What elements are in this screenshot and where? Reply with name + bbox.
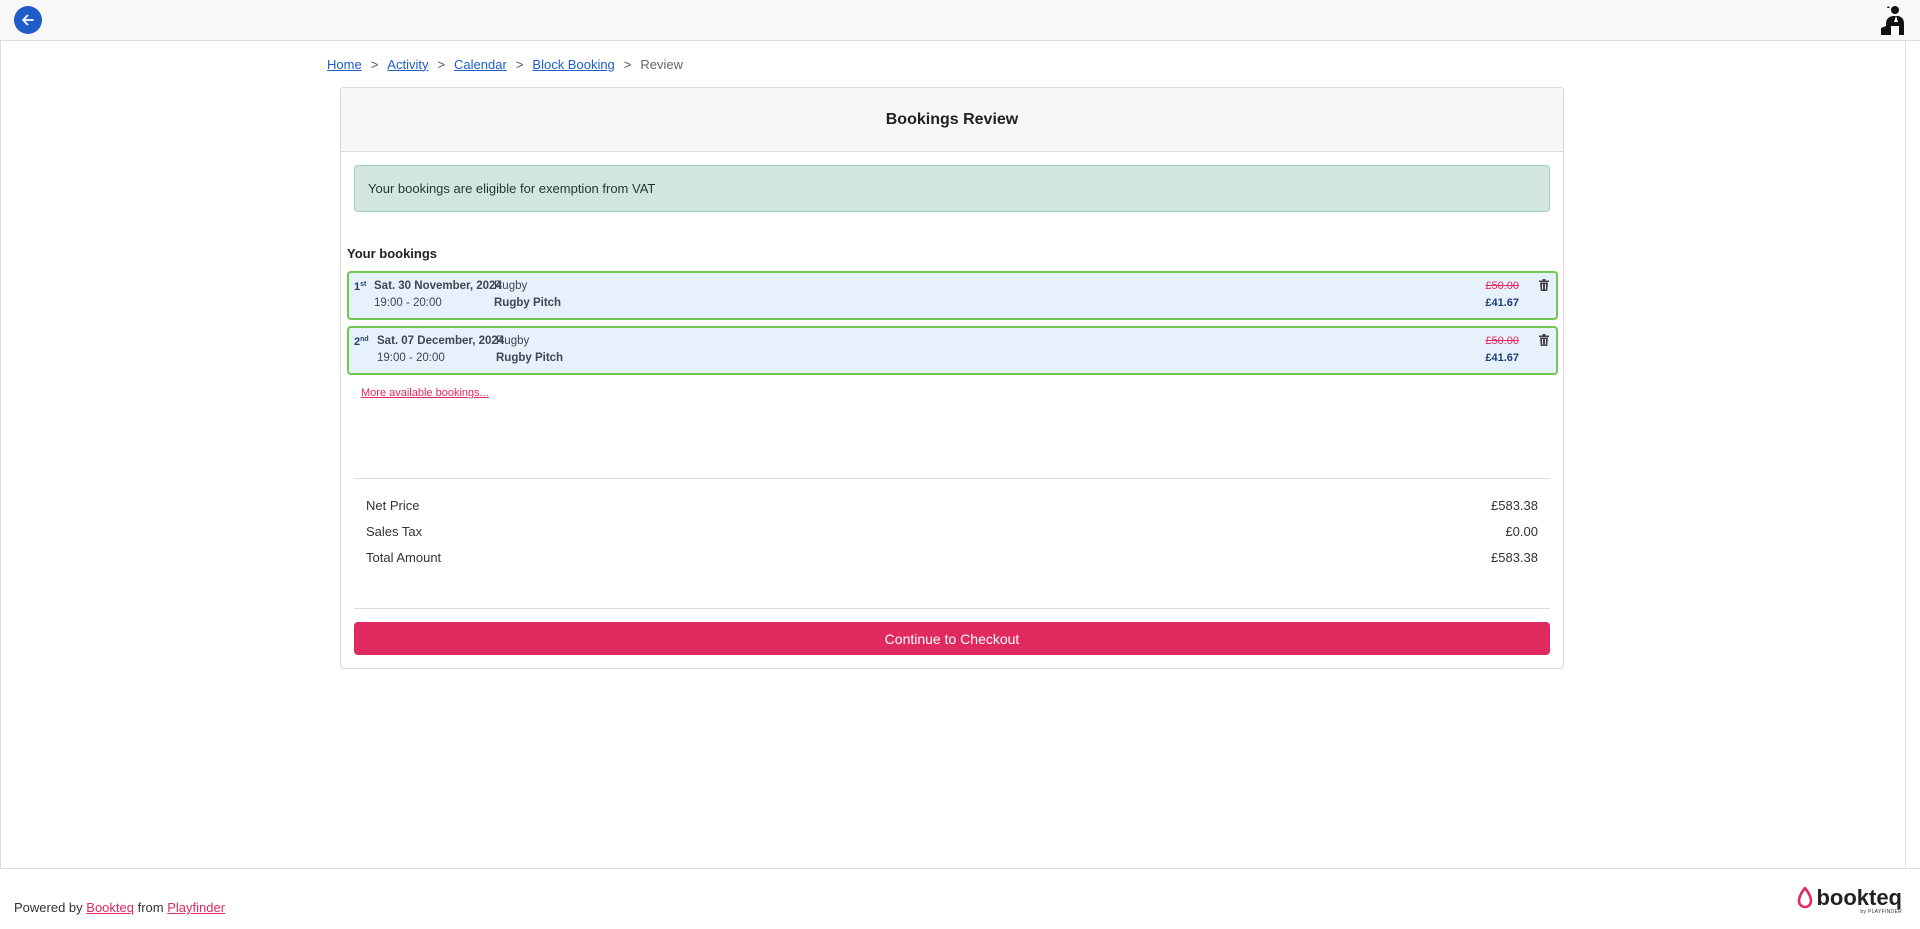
- powered-by-text: Powered by Bookteq from Playfinder: [14, 900, 226, 915]
- net-price-value: £583.38: [1491, 497, 1538, 513]
- breadcrumb-separator: >: [515, 56, 524, 72]
- trash-icon[interactable]: [1539, 279, 1549, 291]
- back-button[interactable]: [14, 6, 42, 34]
- total-amount-value: £583.38: [1491, 549, 1538, 565]
- booking-facility: Rugby Pitch: [494, 297, 562, 309]
- breadcrumb: Home > Activity > Calendar > Block Booki…: [327, 55, 683, 73]
- booking-item: 1st Sat. 30 November, 2024 19:00 - 20:00…: [347, 271, 1558, 320]
- net-price-label: Net Price: [366, 497, 420, 513]
- continue-to-checkout-button[interactable]: Continue to Checkout: [354, 622, 1550, 655]
- booking-date: Sat. 30 November, 2024: [374, 280, 502, 292]
- card-title: Bookings Review: [341, 88, 1563, 152]
- more-bookings-link[interactable]: More available bookings...: [361, 387, 489, 399]
- booking-time: 19:00 - 20:00: [374, 297, 442, 309]
- user-avatar-icon[interactable]: [1878, 4, 1908, 36]
- booking-item: 2nd Sat. 07 December, 2024 19:00 - 20:00…: [347, 326, 1558, 375]
- breadcrumb-calendar[interactable]: Calendar: [454, 57, 507, 72]
- bookteq-logo-icon: [1798, 887, 1813, 909]
- bookteq-logo-text: bookteq: [1816, 885, 1902, 910]
- breadcrumb-separator: >: [370, 56, 379, 72]
- breadcrumb-separator: >: [437, 56, 446, 72]
- breadcrumb-current: Review: [640, 56, 684, 72]
- trash-icon[interactable]: [1539, 334, 1549, 346]
- sales-tax-row: Sales Tax £0.00: [354, 518, 1550, 544]
- booking-activity: Rugby: [496, 335, 530, 347]
- divider: [354, 478, 1550, 479]
- booking-ordinal: 2nd: [354, 336, 369, 348]
- booking-date: Sat. 07 December, 2024: [377, 335, 505, 347]
- bookings-review-card: Bookings Review Your bookings are eligib…: [340, 87, 1564, 669]
- top-bar: [0, 0, 1920, 41]
- booking-activity: Rugby: [494, 280, 528, 292]
- left-border: [0, 41, 1, 929]
- price-summary: Net Price £583.38 Sales Tax £0.00 Total …: [354, 492, 1550, 570]
- breadcrumb-block-booking[interactable]: Block Booking: [532, 57, 614, 72]
- booking-original-price: £50.00: [1485, 280, 1519, 292]
- booking-original-price: £50.00: [1485, 335, 1519, 347]
- booking-discounted-price: £41.67: [1485, 352, 1519, 364]
- arrow-left-icon: [22, 14, 34, 26]
- playfinder-link[interactable]: Playfinder: [167, 900, 225, 915]
- booking-facility: Rugby Pitch: [496, 352, 564, 364]
- bookteq-logo-subtext: by PLAYFINDER: [1860, 909, 1902, 915]
- breadcrumb-home[interactable]: Home: [327, 57, 362, 72]
- bookteq-link[interactable]: Bookteq: [86, 900, 134, 915]
- breadcrumb-separator: >: [623, 56, 632, 72]
- your-bookings-heading: Your bookings: [347, 246, 438, 261]
- divider: [354, 608, 1550, 609]
- bookteq-logo: bookteq by PLAYFINDER: [1797, 885, 1902, 915]
- booking-discounted-price: £41.67: [1485, 297, 1519, 309]
- sales-tax-label: Sales Tax: [366, 523, 423, 539]
- sales-tax-value: £0.00: [1505, 523, 1538, 539]
- right-border: [1905, 41, 1906, 868]
- booking-time: 19:00 - 20:00: [377, 352, 445, 364]
- vat-exemption-alert: Your bookings are eligible for exemption…: [354, 165, 1550, 212]
- net-price-row: Net Price £583.38: [354, 492, 1550, 518]
- total-amount-label: Total Amount: [366, 549, 442, 565]
- booking-ordinal: 1st: [354, 281, 367, 293]
- footer: Powered by Bookteq from Playfinder bookt…: [0, 868, 1920, 929]
- total-amount-row: Total Amount £583.38: [354, 544, 1550, 570]
- breadcrumb-activity[interactable]: Activity: [387, 57, 428, 72]
